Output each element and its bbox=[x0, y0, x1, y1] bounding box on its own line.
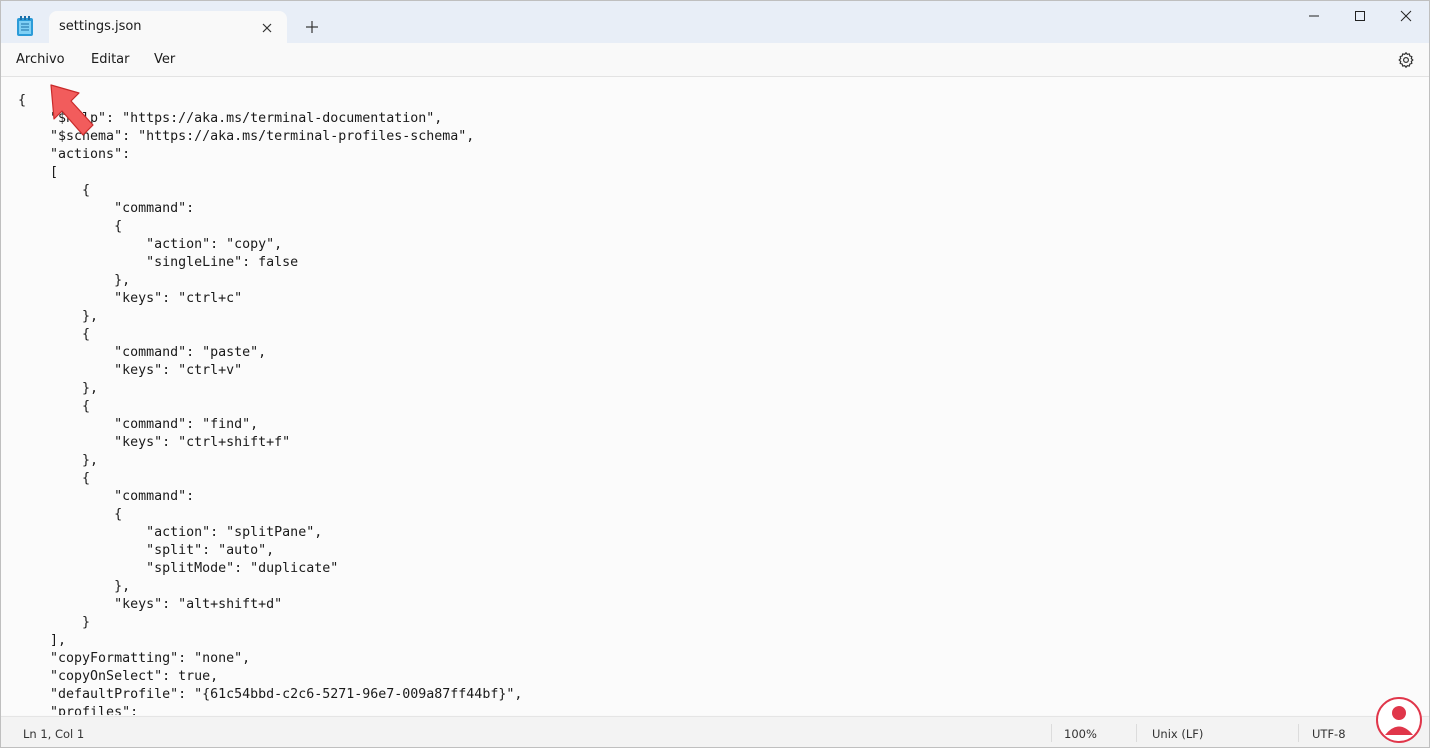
code-line: "split": "auto", bbox=[18, 543, 275, 558]
code-line: "keys": "ctrl+shift+f" bbox=[18, 435, 291, 450]
code-line: "singleLine": false bbox=[18, 255, 299, 270]
code-line: "command": bbox=[18, 489, 195, 504]
minimize-icon bbox=[1309, 15, 1319, 17]
code-line: "command": "paste", bbox=[18, 345, 267, 360]
code-line: } bbox=[18, 615, 91, 630]
red-arrow-icon bbox=[50, 84, 94, 136]
code-line: { bbox=[18, 399, 91, 414]
tab-settings-json[interactable]: settings.json bbox=[49, 11, 287, 43]
close-icon[interactable] bbox=[260, 20, 274, 34]
minimize-button[interactable] bbox=[1291, 1, 1337, 33]
status-divider bbox=[1136, 724, 1137, 742]
cursor-position: Ln 1, Col 1 bbox=[23, 727, 85, 741]
menu-bar: Archivo Editar Ver bbox=[1, 43, 1429, 77]
logo-icon bbox=[1376, 697, 1422, 743]
notepad-icon bbox=[16, 15, 34, 37]
text-editor[interactable]: { "$help": "https://aka.ms/terminal-docu… bbox=[1, 77, 1429, 715]
plus-icon[interactable] bbox=[303, 18, 321, 36]
status-bar: Ln 1, Col 1 100% Unix (LF) UTF-8 bbox=[1, 716, 1429, 747]
notepad-window: settings.json Archivo Editar Ver {"$hel… bbox=[0, 0, 1430, 748]
code-line: "command": "find", bbox=[18, 417, 259, 432]
code-line: ], bbox=[18, 633, 67, 648]
code-line: }, bbox=[18, 453, 99, 468]
gear-icon[interactable] bbox=[1397, 51, 1415, 69]
code-line: { bbox=[18, 327, 91, 342]
code-line: { bbox=[18, 471, 91, 486]
menu-ver[interactable]: Ver bbox=[154, 52, 175, 67]
zoom-level[interactable]: 100% bbox=[1064, 727, 1097, 741]
title-bar[interactable]: settings.json bbox=[1, 1, 1429, 43]
close-window-icon bbox=[1400, 10, 1412, 22]
code-line: "copyOnSelect": true, bbox=[18, 669, 219, 684]
code-line: "splitMode": "duplicate" bbox=[18, 561, 339, 576]
code-line: { bbox=[18, 183, 91, 198]
code-line: { bbox=[18, 219, 123, 234]
code-line: "action": "splitPane", bbox=[18, 525, 323, 540]
code-line: }, bbox=[18, 309, 99, 324]
code-line: "actions": bbox=[18, 147, 131, 162]
file-content: { "$help": "https://aka.ms/terminal-docu… bbox=[18, 92, 522, 715]
code-line: "action": "copy", bbox=[18, 237, 283, 252]
code-line: }, bbox=[18, 381, 99, 396]
maximize-button[interactable] bbox=[1337, 1, 1383, 33]
code-line: [ bbox=[18, 165, 59, 180]
maximize-icon bbox=[1355, 11, 1365, 21]
menu-archivo[interactable]: Archivo bbox=[16, 52, 65, 67]
code-line: "copyFormatting": "none", bbox=[18, 651, 251, 666]
code-line: "profiles": bbox=[18, 705, 139, 715]
code-line: "command": bbox=[18, 201, 195, 216]
code-line: "defaultProfile": "{61c54bbd-c2c6-5271-9… bbox=[18, 687, 523, 702]
code-line: "keys": "ctrl+c" bbox=[18, 291, 243, 306]
line-ending[interactable]: Unix (LF) bbox=[1152, 727, 1203, 741]
status-divider bbox=[1051, 724, 1052, 742]
menu-editar[interactable]: Editar bbox=[91, 52, 130, 67]
status-divider bbox=[1298, 724, 1299, 742]
code-line: { bbox=[18, 507, 123, 522]
code-line: }, bbox=[18, 273, 131, 288]
close-window-button[interactable] bbox=[1383, 1, 1429, 33]
encoding[interactable]: UTF-8 bbox=[1312, 727, 1346, 741]
tab-title: settings.json bbox=[59, 19, 142, 34]
code-line: "keys": "alt+shift+d" bbox=[18, 597, 283, 612]
code-line: }, bbox=[18, 579, 131, 594]
code-line: "keys": "ctrl+v" bbox=[18, 363, 243, 378]
